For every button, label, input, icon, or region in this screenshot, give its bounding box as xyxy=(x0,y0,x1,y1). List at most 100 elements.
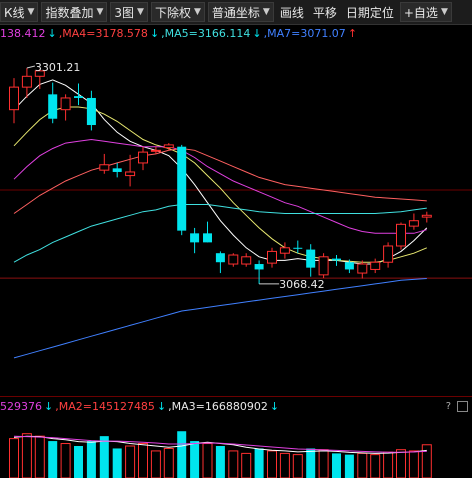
candlestick-chart[interactable]: 3301.21 3068.42 xyxy=(0,42,472,394)
candle xyxy=(421,211,432,223)
volume-bar xyxy=(318,449,329,478)
volume-chart[interactable] xyxy=(0,414,472,478)
candle xyxy=(112,162,122,178)
toolbar-button-label: 下除权 xyxy=(154,5,191,20)
volume-bar xyxy=(228,450,239,478)
candle-body xyxy=(215,253,225,263)
candle xyxy=(190,227,200,254)
toolbar-button-2[interactable]: 3图 ▼ xyxy=(110,2,148,22)
candle-body xyxy=(408,220,419,227)
candle xyxy=(318,253,329,279)
candle xyxy=(228,253,239,267)
candle-body xyxy=(254,264,264,270)
volume-bar xyxy=(254,448,264,478)
candle-body xyxy=(228,254,239,265)
candle-body xyxy=(163,144,174,149)
candle xyxy=(203,221,212,243)
ma-line-ma_a xyxy=(13,79,428,265)
candle xyxy=(215,251,225,274)
toolbar-button-8[interactable]: +自选 ▼ xyxy=(399,2,452,22)
candle-body xyxy=(383,245,394,263)
volume-bar xyxy=(163,447,174,478)
candle-body xyxy=(344,262,354,270)
help-icon[interactable]: ? xyxy=(446,401,451,412)
ma-down-arrow-icon: ↓ xyxy=(269,399,280,413)
toolbar-button-5[interactable]: 画线 xyxy=(277,2,307,22)
volume-bar xyxy=(99,436,109,478)
volume-bar xyxy=(306,448,316,478)
candle xyxy=(306,244,316,277)
volume-bar xyxy=(215,446,225,478)
toolbar-button-label: 普通坐标 xyxy=(211,5,260,20)
candle xyxy=(99,153,110,174)
volume-bar xyxy=(408,450,419,478)
toolbar-button-0[interactable]: К线 ▼ xyxy=(0,2,39,22)
ma4-value: ,MA4=3178.578 xyxy=(58,26,148,40)
toolbar: К线 ▼ 指数叠加 ▼ 3图 ▼ 下除权 ▼ 普通坐标 ▼ 画线 平移 日期定位 +自选 ▼ xyxy=(0,0,472,25)
volume-ma-legend: 529376 ↓ ,MA2=145127485 ↓ ,MA3=166880902… xyxy=(0,396,472,415)
candle-body xyxy=(318,256,329,276)
volume-bar xyxy=(177,431,187,478)
dropdown-arrow-icon: ▼ xyxy=(262,7,270,17)
low-price-label: 3068.42 xyxy=(279,278,325,291)
ma-down-arrow-icon: ↓ xyxy=(44,399,54,413)
candle xyxy=(48,82,58,124)
volume-bar xyxy=(112,448,122,478)
candle xyxy=(60,94,71,121)
toolbar-button-1[interactable]: 指数叠加 ▼ xyxy=(41,2,108,22)
volume-bar xyxy=(344,454,354,478)
volume-bar xyxy=(21,433,32,478)
candle xyxy=(241,253,252,267)
candle-body xyxy=(293,247,303,249)
toolbar-button-label: 3图 xyxy=(114,5,135,20)
volume-bar xyxy=(138,443,148,478)
candle-body xyxy=(112,168,122,172)
ma-line-ma_b xyxy=(13,106,427,263)
ma-down-arrow-icon: ↓ xyxy=(156,399,167,413)
ma5-value: ,MA5=3166.114 xyxy=(161,26,251,40)
candle xyxy=(370,258,381,274)
candle-body xyxy=(125,171,136,177)
toolbar-button-4[interactable]: 普通坐标 ▼ xyxy=(207,2,274,22)
vol-ma1-value: 529376 xyxy=(0,399,42,413)
ma3-value: 138.412 xyxy=(0,26,46,40)
volume-bar xyxy=(202,443,213,478)
toolbar-button-7[interactable]: 日期定位 xyxy=(343,2,397,22)
candle-body xyxy=(138,151,148,164)
volume-bar xyxy=(74,446,83,478)
volume-panel-controls: ? xyxy=(446,400,470,412)
candle xyxy=(408,213,419,230)
candle xyxy=(163,143,174,151)
dropdown-arrow-icon: ▼ xyxy=(440,7,448,17)
toolbar-button-label: 指数叠加 xyxy=(45,5,94,20)
toolbar-button-6[interactable]: 平移 xyxy=(310,2,340,22)
candle-body xyxy=(9,86,19,111)
ma-up-arrow-icon: ↑ xyxy=(347,26,358,40)
volume-bar xyxy=(332,453,341,478)
volume-bar xyxy=(421,444,432,478)
candle-body xyxy=(21,75,32,88)
volume-bar xyxy=(190,441,200,478)
candle-body xyxy=(60,97,71,111)
high-price-label: 3301.21 xyxy=(35,61,81,74)
candle-body xyxy=(306,249,316,268)
candle xyxy=(267,247,277,268)
dropdown-arrow-icon: ▼ xyxy=(96,7,104,17)
candle xyxy=(138,146,148,171)
candle-body xyxy=(150,149,161,152)
volume-bar xyxy=(292,454,303,478)
candle-body xyxy=(241,256,252,265)
maximize-icon[interactable] xyxy=(457,400,468,412)
volume-bar xyxy=(241,452,252,478)
candle-body xyxy=(190,233,200,243)
candle xyxy=(332,255,341,266)
volume-bar xyxy=(125,445,136,478)
toolbar-button-3[interactable]: 下除权 ▼ xyxy=(150,2,205,22)
ma-line-ma_e xyxy=(13,278,427,359)
volume-bar xyxy=(267,450,277,478)
dropdown-arrow-icon: ▼ xyxy=(193,7,201,17)
toolbar-button-label: 日期定位 xyxy=(345,5,394,20)
volume-bar xyxy=(48,441,58,478)
ma-line-ma_f xyxy=(13,147,427,214)
toolbar-button-label: 画线 xyxy=(279,5,304,20)
